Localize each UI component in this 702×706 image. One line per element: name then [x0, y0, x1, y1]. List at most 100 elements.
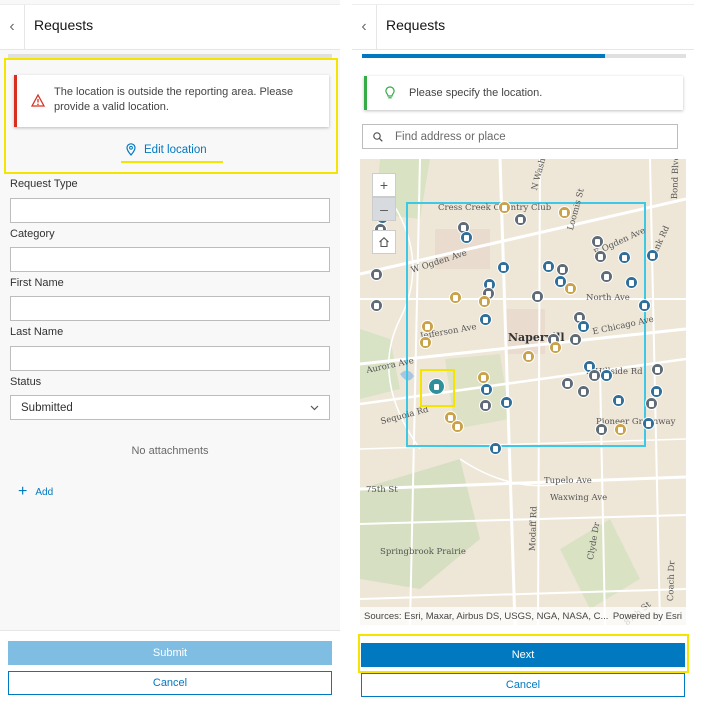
- panel-title: Requests: [34, 17, 94, 33]
- request-pin-icon[interactable]: [370, 268, 383, 281]
- location-map[interactable]: Cress Creek Country Club N Washington St…: [360, 159, 686, 625]
- request-pin-icon[interactable]: [370, 299, 383, 312]
- zoom-in-button[interactable]: +: [372, 173, 396, 197]
- first-name-label: First Name: [10, 277, 64, 289]
- request-pin-icon[interactable]: [561, 377, 574, 390]
- street-label: Coach Dr: [666, 560, 678, 602]
- warning-triangle-icon: [31, 94, 45, 107]
- request-pin-icon[interactable]: [591, 235, 604, 248]
- request-pin-icon[interactable]: [500, 396, 513, 409]
- home-button[interactable]: [372, 230, 396, 254]
- request-pin-icon[interactable]: [564, 282, 577, 295]
- lightbulb-icon: [385, 86, 395, 99]
- request-pin-icon[interactable]: [479, 399, 492, 412]
- request-pin-icon[interactable]: [489, 442, 502, 455]
- request-pin-icon[interactable]: [588, 369, 601, 382]
- left-header: ‹ Requests: [0, 4, 340, 50]
- request-pin-icon[interactable]: [421, 320, 434, 333]
- last-name-label: Last Name: [10, 326, 64, 338]
- search-icon: [373, 132, 383, 142]
- submit-button[interactable]: Submit: [8, 641, 332, 665]
- street-label: North Ave: [586, 293, 630, 303]
- request-pin-icon[interactable]: [650, 385, 663, 398]
- request-pin-icon[interactable]: [594, 250, 607, 263]
- edit-location-underline: [121, 161, 223, 163]
- status-select[interactable]: Submitted: [10, 395, 330, 420]
- request-pin-icon[interactable]: [531, 290, 544, 303]
- request-pin-icon[interactable]: [600, 270, 613, 283]
- request-pin-icon[interactable]: [497, 261, 510, 274]
- location-error-notice: The location is outside the reporting ar…: [14, 75, 329, 127]
- request-pin-icon[interactable]: [569, 333, 582, 346]
- progress-bar: [362, 54, 686, 58]
- request-pin-icon[interactable]: [651, 363, 664, 376]
- info-message: Please specify the location.: [409, 87, 543, 99]
- request-pin-icon[interactable]: [614, 423, 627, 436]
- street-label: Bond Blvd: [670, 159, 682, 200]
- street-label: Tupelo Ave: [544, 476, 592, 486]
- request-type-label: Request Type: [10, 178, 78, 190]
- map-pin-icon: [126, 143, 136, 156]
- panel-title: Requests: [386, 17, 446, 33]
- right-request-panel: ‹ Requests Please specify the location. …: [352, 0, 694, 705]
- cancel-button[interactable]: Cancel: [8, 671, 332, 695]
- request-pin-icon[interactable]: [522, 350, 535, 363]
- progress-bar: [8, 54, 332, 58]
- cancel-button[interactable]: Cancel: [361, 673, 685, 697]
- request-pin-icon[interactable]: [595, 423, 608, 436]
- street-label: Cress Creek Country Club: [438, 203, 552, 213]
- street-label: 75th St: [366, 485, 398, 495]
- request-pin-icon[interactable]: [577, 385, 590, 398]
- search-input[interactable]: Find address or place: [362, 124, 678, 149]
- request-pin-icon[interactable]: [646, 249, 659, 262]
- category-label: Category: [10, 228, 55, 240]
- request-pin-icon[interactable]: [612, 394, 625, 407]
- request-pin-icon[interactable]: [479, 313, 492, 326]
- request-pin-icon[interactable]: [549, 341, 562, 354]
- status-label: Status: [10, 376, 42, 388]
- add-label: Add: [35, 486, 54, 498]
- chevron-down-icon: [310, 405, 319, 411]
- request-pin-icon[interactable]: [498, 201, 511, 214]
- back-chevron-icon[interactable]: ‹: [0, 5, 25, 49]
- last-name-field[interactable]: [10, 346, 330, 371]
- left-request-panel: ‹ Requests The location is outside the r…: [0, 0, 340, 706]
- request-pin-icon[interactable]: [480, 383, 493, 396]
- add-attachment-button[interactable]: + Add: [18, 483, 54, 500]
- location-info-notice: Please specify the location.: [364, 76, 683, 110]
- request-pin-icon[interactable]: [638, 299, 651, 312]
- request-pin-icon[interactable]: [477, 371, 490, 384]
- back-chevron-icon[interactable]: ‹: [352, 5, 377, 49]
- request-pin-icon[interactable]: [542, 260, 555, 273]
- right-header: ‹ Requests: [352, 4, 694, 50]
- first-name-field[interactable]: [10, 296, 330, 321]
- request-pin-icon[interactable]: [428, 378, 445, 395]
- request-pin-icon[interactable]: [618, 251, 631, 264]
- request-pin-icon[interactable]: [449, 291, 462, 304]
- category-field[interactable]: [10, 247, 330, 272]
- request-pin-icon[interactable]: [642, 417, 655, 430]
- next-button[interactable]: Next: [361, 643, 685, 667]
- request-pin-icon[interactable]: [625, 276, 638, 289]
- request-pin-icon[interactable]: [645, 397, 658, 410]
- edit-location-link[interactable]: Edit location: [126, 143, 207, 156]
- request-pin-icon[interactable]: [514, 213, 527, 226]
- street-label: Springbrook Prairie: [380, 547, 466, 557]
- request-pin-icon[interactable]: [600, 369, 613, 382]
- error-message: The location is outside the reporting ar…: [54, 86, 294, 113]
- plus-icon: +: [18, 483, 28, 500]
- street-label: Pioneer Greenway: [596, 417, 676, 427]
- request-pin-icon[interactable]: [451, 420, 464, 433]
- powered-by-esri[interactable]: Powered by Esri: [613, 611, 682, 622]
- request-type-field[interactable]: [10, 198, 330, 223]
- request-pin-icon[interactable]: [556, 263, 569, 276]
- request-pin-icon[interactable]: [577, 320, 590, 333]
- request-pin-icon[interactable]: [460, 231, 473, 244]
- no-attachments-text: No attachments: [131, 445, 209, 457]
- request-pin-icon[interactable]: [419, 336, 432, 349]
- request-pin-icon[interactable]: [558, 206, 571, 219]
- street-label: Waxwing Ave: [550, 493, 608, 503]
- edit-location-label: Edit location: [144, 143, 207, 156]
- zoom-out-button[interactable]: –: [372, 197, 396, 221]
- request-pin-icon[interactable]: [478, 295, 491, 308]
